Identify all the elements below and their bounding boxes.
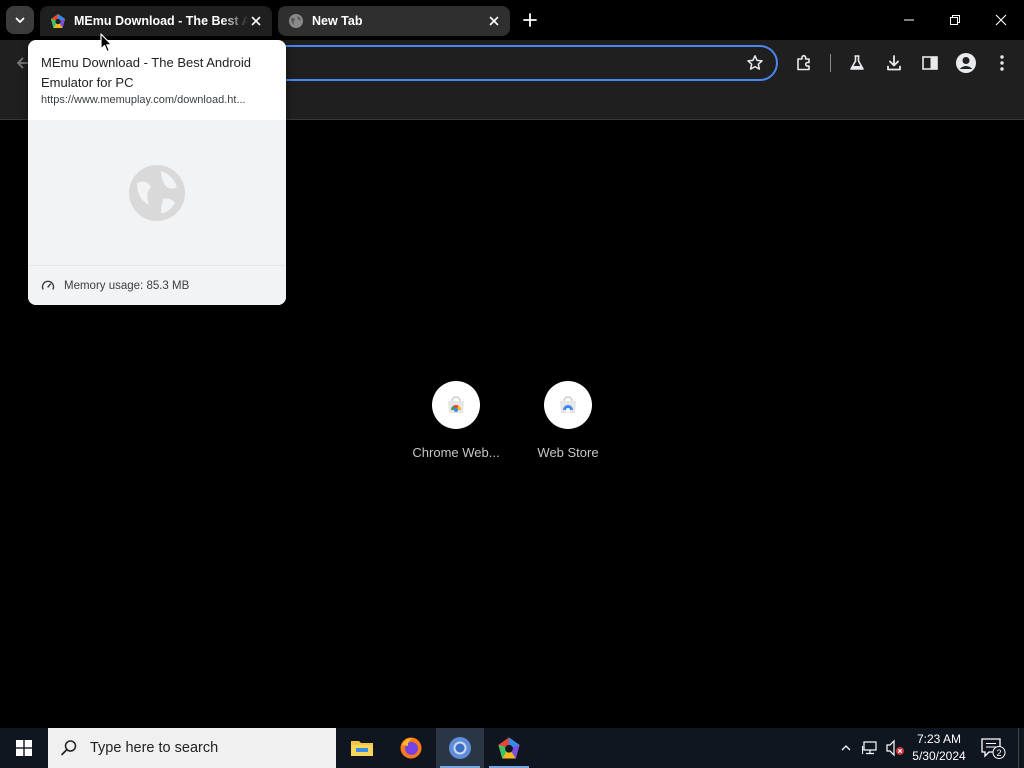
notification-count: 2 — [996, 748, 1001, 758]
downloads-button[interactable] — [882, 51, 906, 75]
taskbar-clock[interactable]: 7:23 AM 5/30/2024 — [906, 731, 972, 765]
network-tray-button[interactable] — [861, 738, 881, 758]
profile-button[interactable] — [954, 51, 978, 75]
tab-title: MEmu Download - The Best Android Emulato… — [74, 14, 248, 28]
restore-button[interactable] — [932, 0, 978, 40]
network-icon — [862, 741, 877, 755]
search-icon — [61, 740, 77, 756]
hover-card-url: https://www.memuplay.com/download.ht... — [41, 94, 246, 106]
windows-logo-icon — [16, 740, 32, 756]
hover-card-title: MEmu Download - The Best Android Emulato… — [41, 55, 252, 90]
restore-icon — [950, 15, 960, 25]
shortcut-label: Web Store — [537, 445, 599, 460]
close-tab-icon[interactable] — [486, 13, 502, 29]
new-tab-button[interactable] — [518, 8, 542, 32]
taskbar-memu[interactable] — [485, 728, 533, 768]
extensions-icon — [797, 54, 810, 71]
chrome-web-store-icon — [448, 396, 464, 413]
tab-memu-download[interactable]: MEmu Download - The Best Android Emulato… — [40, 6, 272, 36]
shortcut-label: Chrome Web... — [412, 445, 500, 460]
mouse-cursor-icon — [100, 33, 113, 53]
memory-usage-text: Memory usage: 85.3 MB — [64, 279, 190, 292]
hover-card-footer: Memory usage: 85.3 MB — [28, 265, 286, 305]
menu-button[interactable] — [990, 51, 1014, 75]
file-explorer-icon — [351, 741, 373, 756]
download-icon — [887, 55, 901, 71]
volume-tray-button[interactable] — [885, 738, 905, 758]
tab-hover-card: MEmu Download - The Best Android Emulato… — [28, 40, 286, 305]
chevron-up-icon — [841, 745, 851, 751]
action-center-button[interactable]: 2 — [980, 736, 1006, 760]
show-desktop-button[interactable] — [1018, 728, 1024, 768]
side-panel-icon — [922, 56, 938, 70]
globe-placeholder-icon — [129, 164, 185, 221]
taskbar-search-box[interactable] — [48, 728, 336, 768]
taskbar-firefox[interactable] — [387, 728, 435, 768]
chevron-down-icon — [15, 17, 25, 23]
memory-gauge-icon — [41, 280, 55, 290]
extensions-button[interactable] — [792, 51, 816, 75]
globe-icon — [289, 14, 303, 28]
toolbar-separator — [830, 54, 831, 72]
memu-logo-icon — [498, 737, 520, 759]
bookmark-star-icon[interactable] — [746, 54, 764, 72]
chrome-icon — [449, 737, 471, 759]
labs-button[interactable] — [845, 51, 869, 75]
memu-logo-icon — [51, 14, 65, 28]
plus-icon — [523, 13, 537, 27]
clock-date: 5/30/2024 — [912, 749, 966, 763]
address-bar[interactable] — [200, 45, 778, 81]
taskbar-chrome[interactable] — [436, 728, 484, 768]
minimize-button[interactable] — [886, 0, 932, 40]
shortcut-chrome-web-store[interactable]: Chrome Web... — [406, 381, 506, 460]
tab-search-button[interactable] — [6, 6, 34, 34]
shortcut-tile[interactable] — [432, 381, 480, 429]
hover-card-preview — [28, 120, 286, 265]
close-icon — [995, 14, 1007, 26]
profile-icon — [956, 53, 976, 73]
side-panel-button[interactable] — [918, 51, 942, 75]
windows-taskbar: 7:23 AM 5/30/2024 2 — [0, 728, 1024, 768]
tab-title: New Tab — [312, 14, 363, 28]
tab-new-tab[interactable]: New Tab — [278, 6, 510, 36]
shortcut-tile[interactable] — [544, 381, 592, 429]
start-button[interactable] — [0, 728, 48, 768]
close-tab-icon[interactable] — [248, 13, 264, 29]
shortcut-web-store[interactable]: Web Store — [518, 381, 618, 460]
taskbar-file-explorer[interactable] — [338, 728, 386, 768]
clock-time: 7:23 AM — [916, 732, 962, 746]
menu-icon — [1000, 55, 1004, 71]
labs-icon — [850, 55, 864, 70]
tab-strip: MEmu Download - The Best Android Emulato… — [0, 0, 1024, 40]
close-window-button[interactable] — [978, 0, 1024, 40]
web-store-icon — [560, 396, 576, 413]
volume-muted-icon — [886, 739, 904, 757]
firefox-icon — [400, 737, 422, 759]
show-hidden-icons-button[interactable] — [836, 738, 856, 758]
minimize-icon — [904, 19, 914, 21]
taskbar-search-input[interactable] — [90, 740, 320, 756]
notification-icon: 2 — [981, 738, 1006, 759]
